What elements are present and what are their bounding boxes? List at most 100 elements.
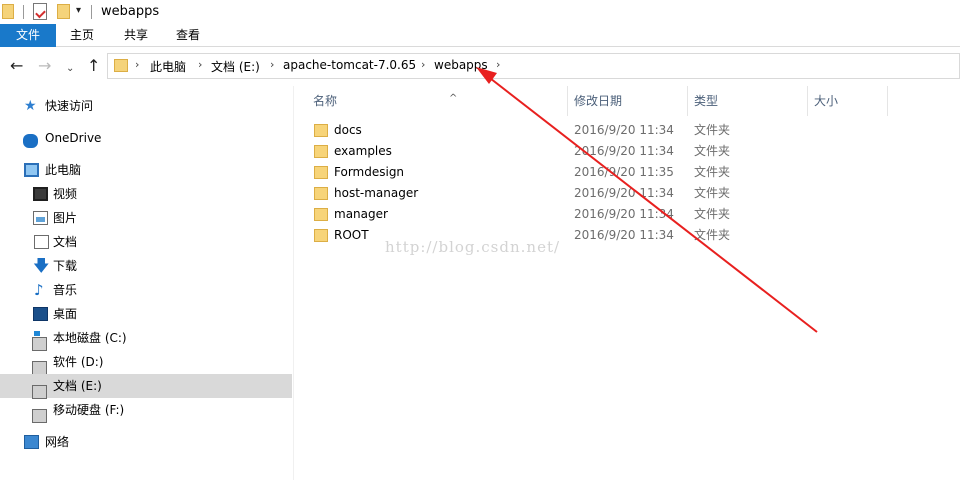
folder-icon: [314, 166, 328, 179]
list-item[interactable]: examples 2016/9/20 11:34 文件夹: [304, 141, 954, 162]
column-header-size[interactable]: 大小: [814, 86, 886, 116]
toolbar-divider: [23, 5, 24, 19]
back-arrow-icon[interactable]: ←: [10, 57, 23, 75]
up-arrow-icon[interactable]: ↑: [87, 57, 100, 75]
system-drive-icon: [32, 331, 47, 351]
drive-icon: [32, 409, 47, 423]
nav-item-label: 快速访问: [45, 99, 94, 113]
file-type: 文件夹: [694, 144, 731, 158]
nav-item-documents[interactable]: 文档: [0, 230, 292, 254]
breadcrumb-this-pc[interactable]: 此电脑: [150, 58, 186, 75]
folder-icon: [314, 229, 328, 242]
download-arrow-icon: 🡇: [33, 256, 50, 275]
breadcrumb-chevron-icon[interactable]: ›: [421, 58, 425, 71]
file-type: 文件夹: [694, 123, 731, 137]
file-type: 文件夹: [694, 165, 731, 179]
nav-item-label: 网络: [45, 435, 70, 449]
toolbar-divider: [91, 5, 92, 19]
file-list: 名称 ^ 修改日期 类型 大小 docs 2016/9/20 11:34 文件夹…: [296, 86, 960, 480]
breadcrumb-webapps[interactable]: webapps: [434, 58, 488, 72]
folder-icon: [314, 187, 328, 200]
nav-item-pictures[interactable]: 图片: [0, 206, 292, 230]
file-modified: 2016/9/20 11:34: [574, 144, 674, 158]
properties-icon[interactable]: [33, 3, 47, 20]
nav-item-drive-e[interactable]: 文档 (E:): [0, 374, 292, 399]
folder-icon: [314, 124, 328, 137]
nav-item-label: OneDrive: [45, 131, 102, 145]
nav-item-music[interactable]: ♪ 音乐: [0, 278, 292, 302]
file-name: manager: [334, 207, 388, 221]
forward-arrow-icon[interactable]: →: [38, 57, 51, 75]
new-folder-icon[interactable]: [57, 4, 70, 19]
folder-icon: [314, 208, 328, 221]
this-pc-icon: [24, 163, 39, 177]
nav-item-onedrive[interactable]: OneDrive: [0, 126, 292, 150]
file-name: ROOT: [334, 228, 369, 242]
address-bar[interactable]: › 此电脑 › 文档 (E:) › apache-tomcat-7.0.65 ›…: [107, 53, 960, 79]
sort-ascending-caret-icon: ^: [449, 93, 458, 104]
list-item[interactable]: docs 2016/9/20 11:34 文件夹: [304, 120, 954, 141]
network-icon: [24, 435, 39, 449]
column-header-type[interactable]: 类型: [694, 86, 806, 116]
nav-item-drive-f[interactable]: 移动硬盘 (F:): [0, 398, 292, 423]
music-note-icon: ♪: [34, 281, 44, 299]
column-divider[interactable]: [567, 86, 568, 116]
column-divider[interactable]: [807, 86, 808, 116]
column-divider[interactable]: [887, 86, 888, 116]
documents-folder-icon: [34, 235, 49, 249]
customize-toolbar-dropdown-icon[interactable]: ▾: [76, 5, 81, 16]
file-modified: 2016/9/20 11:34: [574, 228, 674, 242]
list-item[interactable]: Formdesign 2016/9/20 11:35 文件夹: [304, 162, 954, 183]
breadcrumb-chevron-icon[interactable]: ›: [198, 58, 202, 71]
breadcrumb-drive-e[interactable]: 文档 (E:): [211, 58, 260, 75]
column-divider[interactable]: [687, 86, 688, 116]
onedrive-cloud-icon: [23, 134, 38, 148]
watermark-text: http://blog.csdn.net/: [385, 238, 561, 256]
list-item[interactable]: manager 2016/9/20 11:34 文件夹: [304, 204, 954, 225]
video-folder-icon: [33, 187, 48, 201]
nav-item-desktop[interactable]: 桌面: [0, 302, 292, 326]
nav-item-drive-c[interactable]: 本地磁盘 (C:): [0, 326, 292, 351]
file-type: 文件夹: [694, 228, 731, 242]
file-name: examples: [334, 144, 392, 158]
file-name: Formdesign: [334, 165, 405, 179]
nav-item-videos[interactable]: 视频: [0, 182, 292, 206]
nav-item-this-pc[interactable]: 此电脑: [0, 158, 292, 182]
column-header-modified[interactable]: 修改日期: [574, 86, 686, 116]
column-header-label: 名称: [313, 94, 338, 108]
tab-home[interactable]: 主页: [60, 24, 104, 47]
file-modified: 2016/9/20 11:34: [574, 207, 674, 221]
breadcrumb-chevron-icon[interactable]: ›: [496, 58, 500, 71]
drive-icon: [32, 385, 47, 399]
nav-item-downloads[interactable]: 🡇 下载: [0, 254, 292, 278]
file-type: 文件夹: [694, 186, 731, 200]
breadcrumb-tomcat[interactable]: apache-tomcat-7.0.65: [283, 58, 416, 72]
breadcrumb-chevron-icon[interactable]: ›: [270, 58, 274, 71]
folder-icon: [314, 145, 328, 158]
list-item[interactable]: host-manager 2016/9/20 11:34 文件夹: [304, 183, 954, 204]
nav-item-label: 桌面: [53, 307, 78, 321]
tab-share[interactable]: 共享: [114, 24, 158, 47]
tab-file[interactable]: 文件: [0, 24, 56, 47]
drive-icon: [32, 361, 47, 375]
file-name: docs: [334, 123, 362, 137]
pictures-folder-icon: [33, 211, 48, 225]
navigation-bar: ← → ⌄ ↑ › 此电脑 › 文档 (E:) › apache-tomcat-…: [0, 48, 960, 86]
nav-item-drive-d[interactable]: 软件 (D:): [0, 350, 292, 375]
nav-item-label: 软件 (D:): [53, 355, 104, 369]
breadcrumb-chevron-icon[interactable]: ›: [135, 58, 139, 71]
nav-item-network[interactable]: 网络: [0, 430, 292, 454]
quick-access-star-icon: ★: [24, 98, 37, 114]
desktop-folder-icon: [33, 307, 48, 321]
folder-icon: [2, 4, 14, 19]
nav-item-label: 本地磁盘 (C:): [53, 331, 127, 345]
nav-item-label: 文档: [53, 235, 78, 249]
nav-item-label: 图片: [53, 211, 78, 225]
recent-locations-chevron-icon[interactable]: ⌄: [66, 60, 74, 78]
navigation-pane: ★ 快速访问 OneDrive 此电脑 视频 图片 文档 🡇 下载 ♪ 音乐 桌…: [0, 86, 294, 480]
nav-item-label: 视频: [53, 187, 78, 201]
column-header-name[interactable]: 名称 ^: [313, 86, 567, 116]
tab-view[interactable]: 查看: [166, 24, 210, 47]
nav-item-quick-access[interactable]: ★ 快速访问: [0, 94, 292, 118]
file-type: 文件夹: [694, 207, 731, 221]
